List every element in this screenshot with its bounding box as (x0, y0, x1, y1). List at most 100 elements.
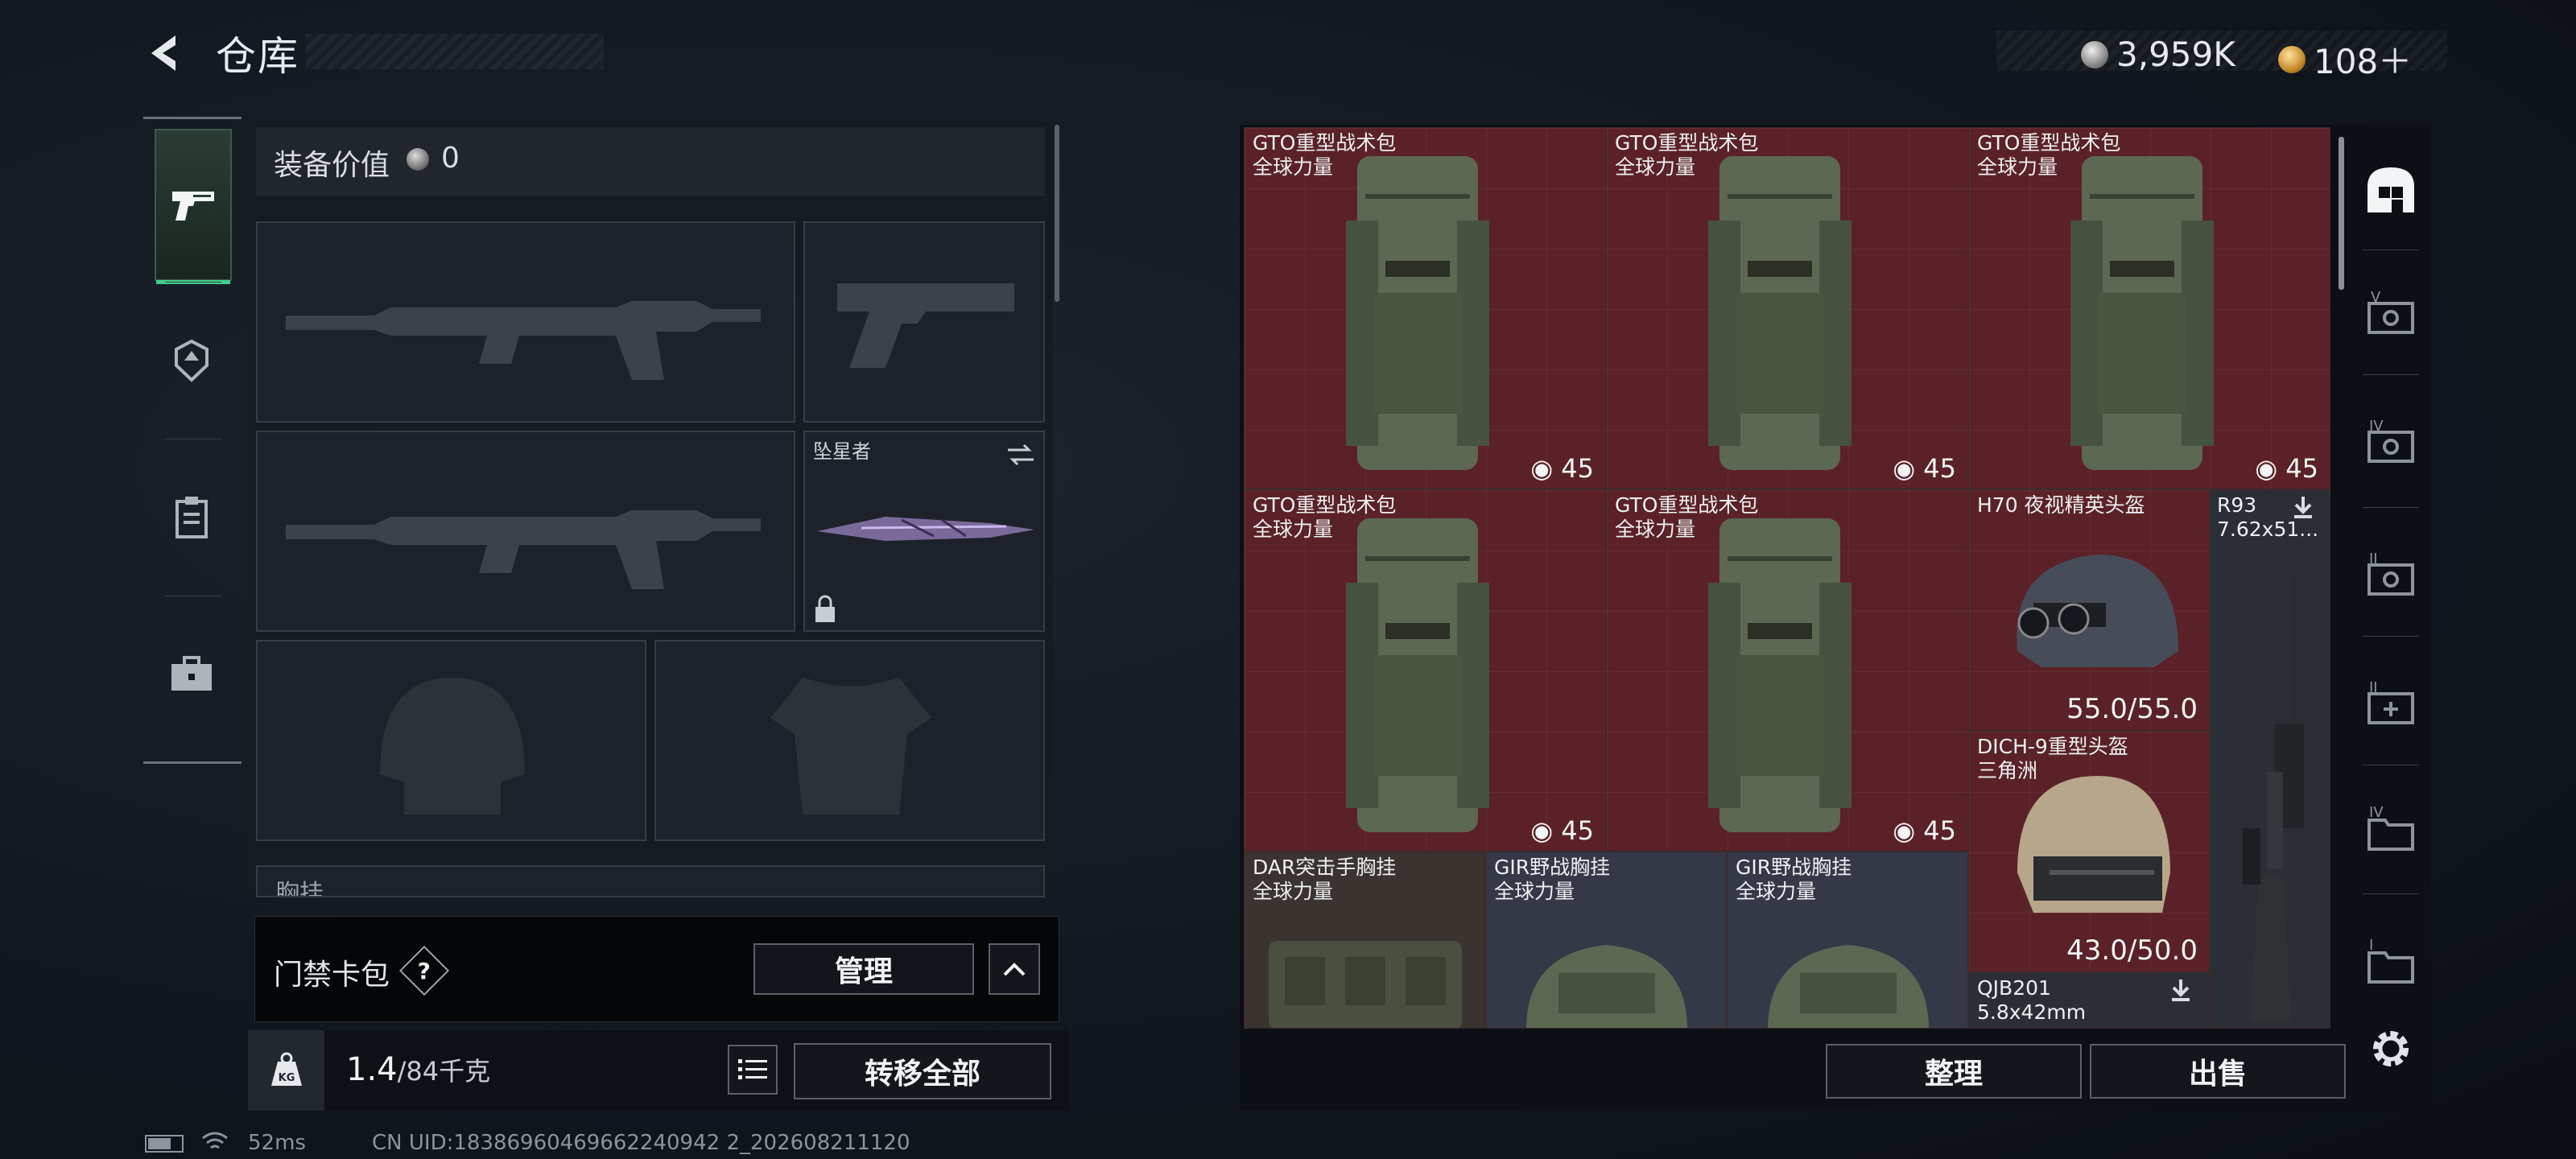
category-tab-armor[interactable] (155, 286, 229, 435)
backpack-icon (1708, 518, 1852, 832)
storage-item-chest-rig[interactable]: DAR突击手胸挂 全球力量 (1244, 852, 1485, 1029)
tier-ii-icon: II (2368, 551, 2414, 596)
equipment-value-label: 装备价值 (274, 149, 390, 182)
tool-separator (2363, 636, 2419, 637)
pistol-slot[interactable] (803, 221, 1045, 423)
storage-item-backpack[interactable]: GTO重型战术包 全球力量 ◉ 45 (1606, 127, 1968, 489)
tier-iv-folder-icon: IV (2368, 804, 2414, 851)
back-arrow-icon[interactable] (143, 31, 188, 76)
backpack-icon (1708, 156, 1852, 470)
storage-item-helmet[interactable]: DICH-9重型头盔 三角洲 43.0/50.0 (1968, 731, 2210, 972)
storage-item-chest-rig[interactable]: GIR野战胸挂 全球力量 (1727, 852, 1968, 1029)
category-tab-rig[interactable] (155, 443, 229, 592)
item-count: ◉ 45 (2255, 453, 2318, 484)
item-name: DAR突击手胸挂 全球力量 (1253, 856, 1397, 903)
category-separator (165, 282, 221, 283)
list-view-button[interactable] (728, 1045, 778, 1095)
storage-home-button[interactable] (2363, 161, 2419, 217)
weight-icon: KG (248, 1030, 324, 1111)
item-durability: 43.0/50.0 (2066, 934, 2198, 967)
sell-button[interactable]: 出售 (2090, 1044, 2346, 1099)
svg-text:II: II (2369, 679, 2378, 696)
download-icon[interactable] (2291, 495, 2315, 519)
coin-icon (2081, 40, 2108, 68)
weight-display: 1.4/84千克 (346, 1051, 490, 1088)
helmet-slot[interactable] (256, 640, 646, 841)
svg-text:II: II (2369, 551, 2378, 567)
category-divider-bottom (143, 761, 242, 764)
home-icon (2368, 167, 2414, 212)
storage-item-backpack[interactable]: GTO重型战术包 全球力量 ◉ 45 (1606, 489, 1968, 852)
wifi-icon (202, 1132, 228, 1149)
storage-item-rifle[interactable]: R93 7.62x51... (2210, 489, 2330, 1029)
category-tab-case[interactable] (155, 600, 229, 749)
rifle-silhouette-icon (286, 510, 761, 589)
settings-button[interactable] (2363, 1021, 2419, 1077)
storage-item-backpack[interactable]: GTO重型战术包 全球力量 ◉ 45 (1968, 127, 2330, 489)
svg-text:I: I (2369, 937, 2373, 954)
clipboard-icon (175, 496, 208, 538)
category-tab-weapons[interactable] (155, 129, 232, 284)
tier-i-folder-icon: I (2368, 937, 2414, 984)
tier-iv-storage-button[interactable]: IV (2363, 415, 2419, 471)
tier-ii-add-button[interactable]: II (2363, 676, 2419, 732)
tier-iv-icon: IV (2368, 418, 2414, 463)
svg-text:IV: IV (2369, 418, 2384, 435)
storage-grid: GTO重型战术包 全球力量 ◉ 45 GTO重型战术包 全球力量 ◉ 45 GTO重… (1244, 127, 2330, 1029)
collapse-button[interactable] (989, 943, 1040, 995)
storage-item-chest-rig[interactable]: GIR野战胸挂 全球力量 (1485, 852, 1727, 1029)
primary-weapon-slot-1[interactable] (256, 221, 795, 423)
tier-ii-storage-button[interactable]: II (2363, 547, 2419, 604)
svg-text:IV: IV (2369, 804, 2384, 821)
page-title: 仓库 (216, 33, 299, 80)
storage-item-machine-gun[interactable]: QJB201 5.8x42mm (1968, 972, 2210, 1029)
pistol-icon (172, 191, 214, 221)
storage-item-backpack[interactable]: GTO重型战术包 全球力量 ◉ 45 (1244, 127, 1606, 489)
tier-i-folder-button[interactable]: I (2363, 934, 2419, 990)
storage-item-backpack[interactable]: GTO重型战术包 全球力量 ◉ 45 (1244, 489, 1606, 852)
armor-silhouette-icon (770, 678, 931, 815)
chest-rig-label: 胸挂 (275, 880, 324, 897)
swap-icon[interactable] (1005, 440, 1037, 469)
lock-icon (815, 595, 835, 622)
item-name: GIR野战胸挂 全球力量 (1494, 856, 1611, 903)
pistol-silhouette-icon (837, 283, 1014, 368)
manage-button[interactable]: 管理 (753, 943, 974, 995)
currency-display[interactable]: 3,959K (2081, 35, 2235, 74)
helmet-silhouette-icon (380, 678, 525, 815)
heavy-helmet-icon (2017, 776, 2170, 913)
storage-scrollbar[interactable] (2339, 137, 2344, 290)
svg-text:V: V (2371, 289, 2381, 306)
briefcase-icon (171, 655, 212, 691)
item-count: ◉ 45 (1530, 453, 1594, 484)
chest-rig-slot[interactable]: 胸挂 (256, 865, 1045, 897)
tier-v-storage-button[interactable]: V (2363, 286, 2419, 342)
tool-separator (2363, 893, 2419, 894)
item-name: QJB201 5.8x42mm (1977, 976, 2087, 1024)
tier-iv-folder-button[interactable]: IV (2363, 801, 2419, 857)
item-count: ◉ 45 (1893, 453, 1956, 484)
chest-rig-icon (1526, 945, 1687, 1028)
tool-separator (2363, 507, 2419, 508)
download-icon[interactable] (2169, 978, 2193, 1002)
transfer-all-button[interactable]: 转移全部 (794, 1043, 1051, 1099)
rifle-silhouette-icon (286, 301, 761, 380)
ticket-display[interactable]: 108＋ (2278, 35, 2412, 84)
chest-rig-icon (1269, 941, 1462, 1028)
gold-ticket-icon (2278, 45, 2306, 73)
svg-text:KG: KG (278, 1072, 295, 1084)
weight-capacity: /84千克 (397, 1056, 491, 1087)
body-armor-slot[interactable] (654, 640, 1045, 841)
melee-slot[interactable]: 坠星者 (803, 431, 1045, 632)
sort-button[interactable]: 整理 (1826, 1044, 2082, 1099)
storage-item-helmet[interactable]: H70 夜视精英头盔 55.0/55.0 (1968, 489, 2210, 731)
equipment-scrollbar[interactable] (1055, 125, 1059, 302)
coin-icon (407, 148, 429, 171)
item-name: H70 夜视精英头盔 (1977, 493, 2145, 517)
night-vision-helmet-icon (2017, 555, 2178, 667)
armor-badge-icon (175, 339, 208, 382)
ticket-amount: 108＋ (2314, 42, 2413, 81)
ping-text: 52ms (248, 1131, 306, 1155)
sniper-rifle-icon (2243, 571, 2304, 1021)
primary-weapon-slot-2[interactable] (256, 431, 795, 632)
